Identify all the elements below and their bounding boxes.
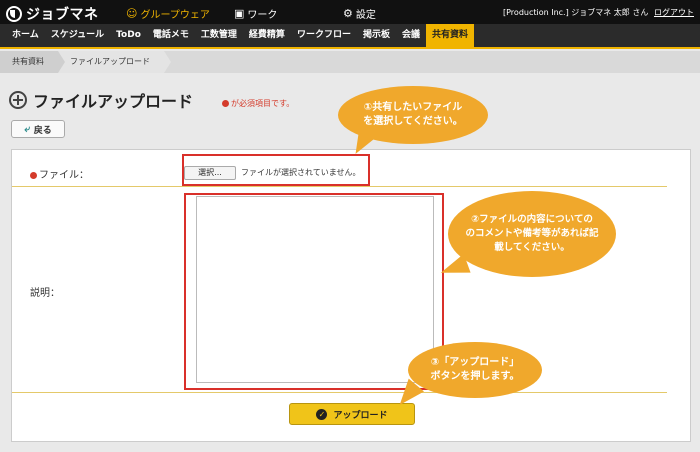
page-title: ファイルアップロード	[33, 92, 194, 111]
required-dot-icon	[30, 172, 37, 179]
back-arrow-icon: ⤶	[24, 123, 30, 135]
back-button[interactable]: ⤶ 戻る	[11, 120, 65, 138]
callout-description-line3: 載してください。	[494, 241, 570, 253]
callout-description-line2: のコメントや備考等があれば記	[465, 228, 599, 240]
menu-item-meeting[interactable]: 会議	[396, 24, 426, 47]
upload-button-label: アップロード	[333, 410, 388, 421]
upload-button[interactable]: ✓ アップロード	[289, 403, 415, 425]
callout-file-line2: を選択してください。	[363, 116, 463, 127]
callout-upload-line2: ボタンを押します。	[430, 371, 520, 382]
form-divider	[12, 186, 667, 187]
logout-link[interactable]: ログアウト	[654, 7, 694, 18]
callout-description: ②ファイルの内容についての のコメントや備考等があれば記 載してください。	[448, 191, 616, 277]
main-menu: ホーム スケジュール ToDo 電話メモ 工数管理 経費精算 ワークフロー 掲示…	[0, 24, 700, 49]
menu-item-todo[interactable]: ToDo	[110, 24, 147, 47]
file-label-text: ファイル：	[39, 170, 89, 181]
form-divider	[12, 392, 667, 393]
back-button-label: 戻る	[33, 125, 52, 136]
menu-item-man-hours[interactable]: 工数管理	[195, 24, 243, 47]
briefcase-icon: ▣	[234, 7, 245, 20]
app-logo[interactable]: ジョブマネ	[6, 4, 99, 24]
current-user: [Production Inc.] ジョブマネ 太郎 さん	[503, 8, 649, 17]
nav-groupware-label: グループウェア	[140, 10, 210, 21]
required-note-text: が必須項目です。	[231, 99, 295, 108]
nav-settings-label: 設定	[355, 10, 376, 21]
check-icon: ✓	[316, 408, 328, 420]
menu-item-shared-files[interactable]: 共有資料	[425, 24, 474, 47]
breadcrumb-shared-files[interactable]: 共有資料	[0, 51, 65, 73]
menu-item-home[interactable]: ホーム	[6, 24, 45, 47]
callout-file: ①共有したいファイル を選択してください。	[338, 86, 488, 144]
menu-item-phone-memo[interactable]: 電話メモ	[147, 24, 195, 47]
plus-circle-icon	[9, 91, 27, 109]
menu-item-expenses[interactable]: 経費精算	[243, 24, 291, 47]
file-highlight-box	[182, 154, 370, 186]
logo-icon	[6, 6, 22, 22]
menu-item-schedule[interactable]: スケジュール	[45, 24, 110, 47]
page-header: ファイルアップロード	[9, 88, 193, 112]
nav-groupware[interactable]: ☺ グループウェア	[126, 6, 210, 21]
groupware-icon: ☺	[126, 7, 138, 20]
menu-item-bulletin[interactable]: 掲示板	[357, 24, 396, 47]
callout-file-line1: ①共有したいファイル	[363, 101, 463, 113]
nav-work[interactable]: ▣ ワーク	[234, 6, 277, 21]
callout-upload-line1: ③「アップロード」	[430, 356, 520, 368]
app-name: ジョブマネ	[26, 7, 99, 23]
callout-description-line1: ②ファイルの内容についての	[471, 214, 593, 226]
breadcrumb-file-upload: ファイルアップロード	[58, 51, 171, 73]
description-highlight-box	[184, 193, 444, 390]
gear-icon: ⚙	[343, 7, 353, 20]
description-label: 説明：	[30, 288, 60, 299]
top-bar: ジョブマネ ☺ グループウェア ▣ ワーク ⚙ 設定 [Production I…	[0, 0, 700, 24]
required-note: が必須項目です。	[222, 98, 294, 109]
nav-settings[interactable]: ⚙ 設定	[343, 6, 376, 21]
menu-item-workflow[interactable]: ワークフロー	[291, 24, 357, 47]
required-dot-icon	[222, 100, 229, 107]
nav-work-label: ワーク	[247, 10, 278, 21]
file-field-label: ファイル：	[30, 166, 89, 181]
callout-upload: ③「アップロード」 ボタンを押します。	[408, 342, 542, 398]
breadcrumb: 共有資料 ファイルアップロード	[0, 51, 700, 73]
